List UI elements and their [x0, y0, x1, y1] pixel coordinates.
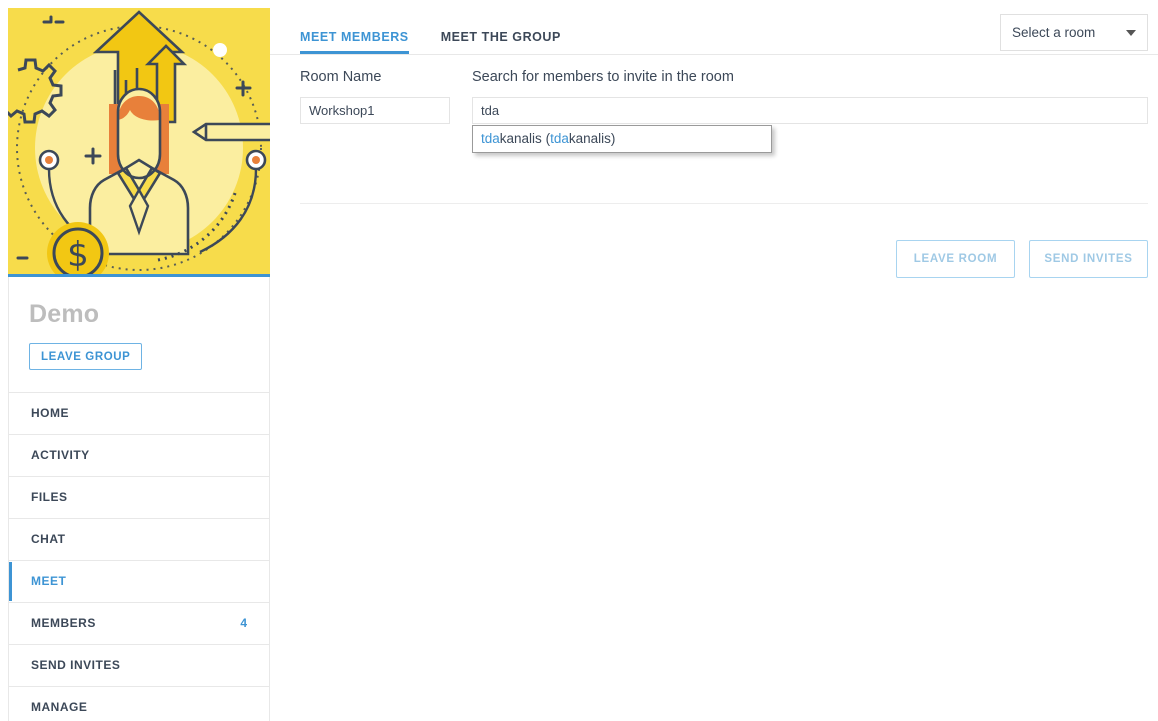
suggestion-rest: kanalis — [499, 131, 542, 146]
suggestion-match-prefix-2: tda — [550, 131, 569, 146]
suggestion-match-prefix: tda — [481, 131, 500, 146]
sidebar-nav: HOME ACTIVITY FILES CHAT MEET MEMBERS 4 … — [8, 391, 270, 721]
main-content: MEET MEMBERS MEET THE GROUP Select a roo… — [270, 0, 1158, 721]
tab-meet-members[interactable]: MEET MEMBERS — [300, 0, 423, 54]
sidebar-item-label: MANAGE — [31, 700, 88, 714]
group-header: Demo LEAVE GROUP — [8, 277, 270, 392]
chevron-down-icon — [1126, 29, 1136, 36]
sidebar-item-label: MEET — [31, 574, 67, 588]
member-search-input[interactable] — [472, 97, 1148, 124]
invite-form: Room Name Search for members to invite i… — [270, 55, 1158, 278]
member-search-label: Search for members to invite in the room — [472, 69, 734, 85]
tab-bar: MEET MEMBERS MEET THE GROUP Select a roo… — [270, 0, 1158, 55]
room-select-value: Select a room — [1012, 25, 1096, 40]
members-count-badge: 4 — [240, 616, 247, 630]
leave-room-button[interactable]: LEAVE ROOM — [896, 240, 1015, 278]
member-suggestion-item[interactable]: tdakanalis (tdakanalis) — [472, 125, 772, 153]
form-labels: Room Name Search for members to invite i… — [300, 69, 1148, 85]
send-invites-button[interactable]: SEND INVITES — [1029, 240, 1148, 278]
form-actions: LEAVE ROOM SEND INVITES — [896, 240, 1148, 278]
sidebar-item-send-invites[interactable]: SEND INVITES — [8, 644, 270, 687]
sidebar-item-activity[interactable]: ACTIVITY — [8, 434, 270, 477]
sidebar: $ Demo LEAVE GROUP HOME ACTIVITY FILES C… — [8, 8, 270, 721]
suggestion-rest-2: kanalis — [568, 131, 611, 146]
suggestion-close-paren: ) — [610, 131, 616, 146]
group-name: Demo — [29, 300, 100, 328]
svg-text:$: $ — [67, 235, 89, 274]
sidebar-item-files[interactable]: FILES — [8, 476, 270, 519]
form-fields: tdakanalis (tdakanalis) — [300, 97, 1148, 153]
group-illustration-icon: $ — [8, 8, 270, 274]
sidebar-item-meet[interactable]: MEET — [8, 560, 270, 603]
sidebar-item-chat[interactable]: CHAT — [8, 518, 270, 561]
sidebar-item-label: FILES — [31, 490, 68, 504]
sidebar-item-label: ACTIVITY — [31, 448, 90, 462]
sidebar-item-members[interactable]: MEMBERS 4 — [8, 602, 270, 645]
sidebar-item-label: CHAT — [31, 532, 66, 546]
group-hero-image: $ — [8, 8, 270, 277]
section-divider — [300, 203, 1148, 204]
sidebar-item-label: SEND INVITES — [31, 658, 121, 672]
sidebar-item-home[interactable]: HOME — [8, 392, 270, 435]
room-name-input[interactable] — [300, 97, 450, 124]
sidebar-item-label: MEMBERS — [31, 616, 96, 630]
room-name-label: Room Name — [300, 69, 382, 85]
sidebar-item-manage[interactable]: MANAGE — [8, 686, 270, 721]
suggestion-open-paren: ( — [541, 131, 551, 146]
app-root: $ Demo LEAVE GROUP HOME ACTIVITY FILES C… — [0, 0, 1158, 721]
room-select-dropdown[interactable]: Select a room — [1000, 14, 1148, 51]
leave-group-button[interactable]: LEAVE GROUP — [29, 342, 143, 370]
tab-meet-the-group[interactable]: MEET THE GROUP — [441, 0, 575, 54]
sidebar-item-label: HOME — [31, 406, 69, 420]
